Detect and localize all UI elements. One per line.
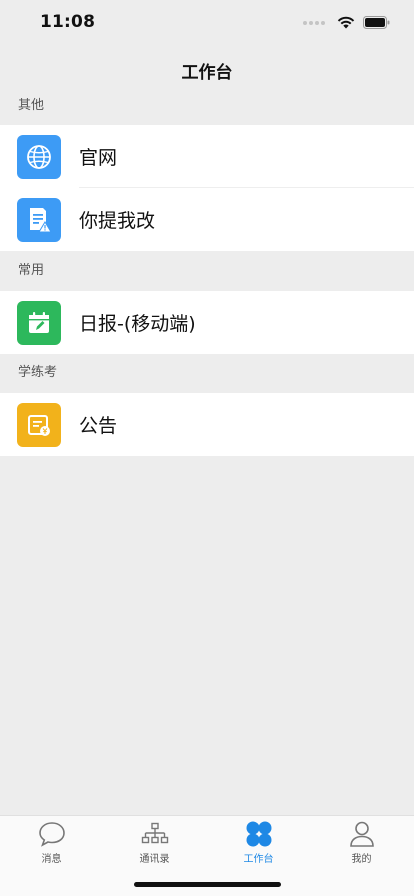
tab-label: 通讯录 [139, 854, 170, 865]
tab-me[interactable]: 我的 [310, 820, 413, 866]
user-icon [347, 820, 377, 848]
list-item-website[interactable]: 官网 [0, 125, 414, 188]
org-chart-icon [140, 820, 170, 848]
tab-workbench[interactable]: 工作台 [207, 820, 310, 866]
notice-icon [17, 403, 61, 447]
tab-messages[interactable]: 消息 [0, 820, 103, 866]
status-indicators [303, 16, 390, 29]
cellular-signal-icon [303, 20, 325, 25]
list-item-label: 公告 [79, 415, 118, 437]
list-item-daily-report[interactable]: 日报-(移动端) [0, 291, 414, 354]
tab-contacts[interactable]: 通讯录 [103, 820, 206, 866]
section-list-learning: 公告 [0, 393, 414, 456]
tab-label: 我的 [351, 854, 372, 865]
document-warning-icon [17, 198, 61, 242]
chat-bubble-icon [37, 820, 67, 848]
grid-icon [244, 820, 274, 848]
section-header-other: 其他 [18, 98, 45, 113]
tab-label: 消息 [41, 854, 62, 865]
home-indicator [134, 882, 281, 887]
section-list-common: 日报-(移动端) [0, 291, 414, 354]
section-header-common: 常用 [18, 263, 45, 278]
wifi-icon [337, 16, 355, 29]
status-time: 11:08 [40, 12, 96, 32]
list-item-label: 日报-(移动端) [79, 313, 196, 335]
list-item-notice[interactable]: 公告 [0, 393, 414, 456]
status-bar: 11:08 [0, 0, 414, 46]
list-item-suggestion[interactable]: 你提我改 [0, 188, 414, 251]
list-item-label: 官网 [79, 147, 118, 169]
globe-icon [17, 135, 61, 179]
tab-label: 工作台 [243, 854, 274, 865]
section-list-other: 官网 你提我改 [0, 125, 414, 251]
battery-icon [363, 16, 390, 29]
list-item-label: 你提我改 [79, 210, 156, 232]
calendar-edit-icon [17, 301, 61, 345]
workbench-screen: 11:08 工作台 其他 官网 你提我改 常用 日报-(移动端) 学练考 公告 … [0, 0, 414, 896]
section-header-learning: 学练考 [18, 365, 58, 380]
page-title: 工作台 [181, 63, 233, 83]
